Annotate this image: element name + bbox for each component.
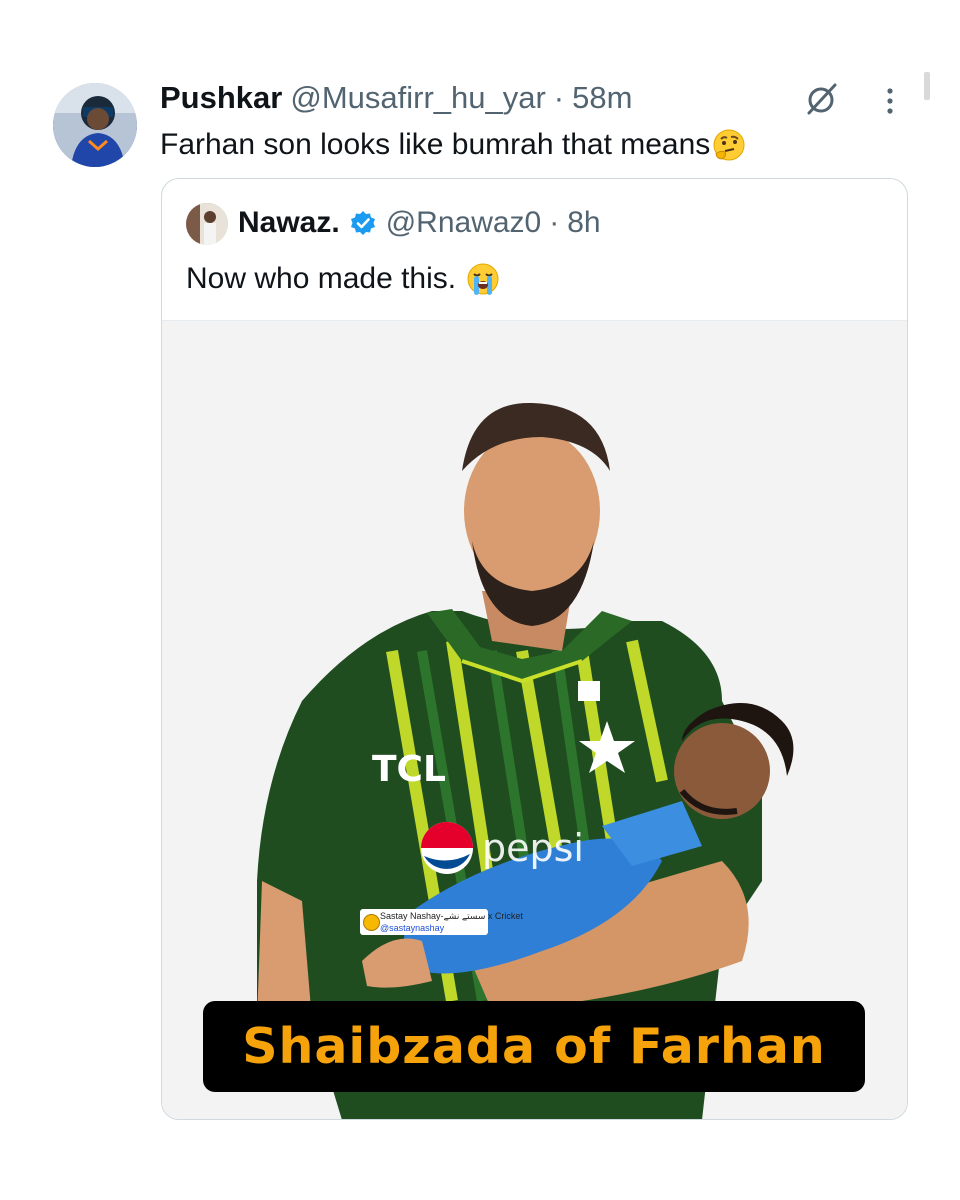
author-name[interactable]: Pushkar <box>160 80 282 116</box>
watermark: Sastay Nashay-سستے نشے x Cricket @sastay… <box>360 909 523 935</box>
more-vertical-icon[interactable] <box>880 86 900 116</box>
meme-caption-bar: Shaibzada of Farhan <box>203 1001 865 1092</box>
quoted-author-name[interactable]: Nawaz. <box>238 205 340 241</box>
quoted-avatar[interactable] <box>186 203 228 245</box>
tweet-time[interactable]: 58m <box>572 80 632 116</box>
verified-badge-icon <box>350 211 375 235</box>
thinking-face-emoji-icon <box>713 129 745 161</box>
tweet-body: Farhan son looks like bumrah that means <box>160 128 711 161</box>
quoted-header: Nawaz. @Rnawaz0 · 8h <box>238 205 601 241</box>
quoted-tweet-card[interactable]: Nawaz. @Rnawaz0 · 8h Now who made this. <box>161 178 908 1120</box>
loudly-crying-face-emoji-icon <box>467 263 499 295</box>
tweet-text: Farhan son looks like bumrah that means <box>160 127 746 163</box>
tweet-header: Pushkar @Musafirr_hu_yar · 58m <box>160 80 632 116</box>
watermark-line1: Sastay Nashay-سستے نشے x Cricket <box>380 911 523 921</box>
watermark-line2: @sastaynashay <box>380 923 445 933</box>
quoted-tweet-body: Now who made this. <box>186 262 457 295</box>
meme-caption: Shaibzada of Farhan <box>242 1018 826 1075</box>
quoted-tweet-time[interactable]: 8h <box>567 205 600 241</box>
grok-icon[interactable] <box>803 81 839 117</box>
sponsor-text: pepsi <box>482 826 584 870</box>
avatar[interactable] <box>53 83 137 167</box>
jersey-text: TCL <box>372 749 446 790</box>
separator-dot: · <box>549 206 560 239</box>
scrollbar[interactable] <box>924 72 930 100</box>
tweet-media-image[interactable]: TCL pepsi Sastay Nashay-سستے نشے x Crick… <box>162 320 907 1119</box>
quoted-author-handle[interactable]: @Rnawaz0 <box>386 205 542 241</box>
author-handle[interactable]: @Musafirr_hu_yar <box>290 80 545 116</box>
separator-dot: · <box>553 80 565 115</box>
quoted-tweet-text: Now who made this. <box>186 261 500 297</box>
watermark-logo-icon <box>363 914 380 931</box>
